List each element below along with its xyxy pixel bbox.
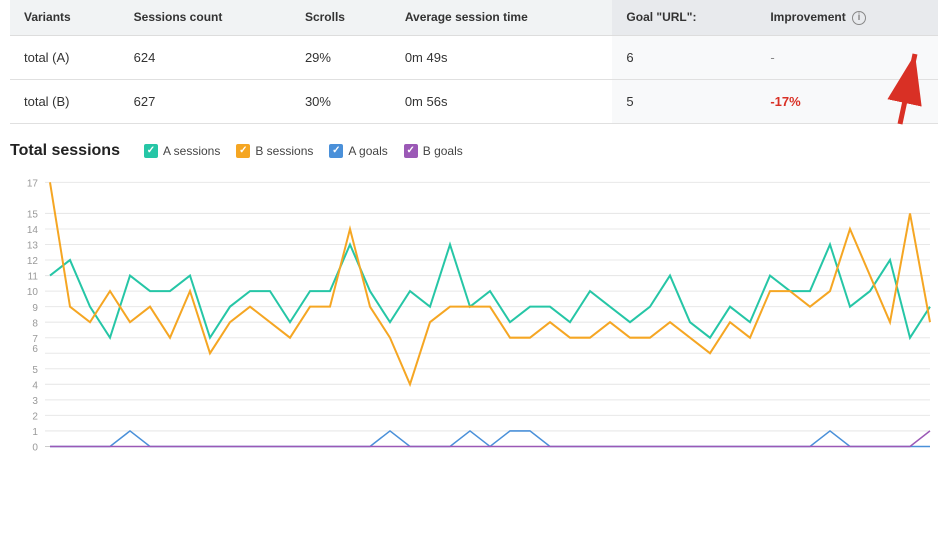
table-row: total (A) 624 29% 0m 49s 6 - bbox=[10, 35, 938, 79]
svg-text:12: 12 bbox=[27, 256, 38, 267]
header-improvement: Improvement i bbox=[756, 0, 938, 35]
b-goals-line bbox=[50, 431, 930, 447]
b-sessions-line bbox=[50, 182, 930, 384]
chart-header: Total sessions ✓ A sessions ✓ B sessions… bbox=[10, 142, 938, 160]
improvement-info-icon[interactable]: i bbox=[852, 11, 866, 25]
legend-a-goals-label: A goals bbox=[348, 144, 387, 158]
header-scrolls: Scrolls bbox=[291, 0, 391, 35]
cell-goal-a: 6 bbox=[612, 35, 756, 79]
legend-b-sessions: ✓ B sessions bbox=[236, 144, 313, 158]
cell-variant-b: total (B) bbox=[10, 79, 120, 123]
cell-improvement-b: -17% bbox=[756, 79, 938, 123]
chart-title: Total sessions bbox=[10, 142, 120, 160]
svg-text:1: 1 bbox=[32, 427, 38, 438]
chart-wrapper: 17 15 14 13 12 11 10 9 8 7 6 5 4 bbox=[10, 172, 938, 462]
cell-sessions-b: 627 bbox=[120, 79, 291, 123]
svg-text:17: 17 bbox=[27, 178, 38, 189]
header-goal-url: Goal "URL": bbox=[612, 0, 756, 35]
legend-b-goals-label: B goals bbox=[423, 144, 463, 158]
cell-goal-b: 5 bbox=[612, 79, 756, 123]
cell-sessions-a: 624 bbox=[120, 35, 291, 79]
legend-a-goals-check: ✓ bbox=[329, 144, 343, 158]
svg-text:5: 5 bbox=[32, 365, 38, 376]
svg-text:9: 9 bbox=[32, 302, 38, 313]
svg-text:15: 15 bbox=[27, 209, 38, 220]
legend-a-goals: ✓ A goals bbox=[329, 144, 387, 158]
svg-text:11: 11 bbox=[28, 271, 39, 282]
legend-b-sessions-check: ✓ bbox=[236, 144, 250, 158]
svg-text:0: 0 bbox=[32, 442, 38, 453]
cell-avg-time-a: 0m 49s bbox=[391, 35, 613, 79]
chart-legend: ✓ A sessions ✓ B sessions ✓ A goals ✓ B … bbox=[144, 144, 463, 158]
svg-text:13: 13 bbox=[27, 240, 38, 251]
legend-b-goals-check: ✓ bbox=[404, 144, 418, 158]
cell-variant-a: total (A) bbox=[10, 35, 120, 79]
header-sessions-count: Sessions count bbox=[120, 0, 291, 35]
data-table-section: Variants Sessions count Scrolls Average … bbox=[0, 0, 948, 124]
ab-test-table: Variants Sessions count Scrolls Average … bbox=[10, 0, 938, 124]
chart-svg: 17 15 14 13 12 11 10 9 8 7 6 5 4 bbox=[10, 172, 938, 462]
svg-text:4: 4 bbox=[32, 380, 38, 391]
svg-text:3: 3 bbox=[32, 396, 38, 407]
svg-text:8: 8 bbox=[32, 318, 38, 329]
cell-improvement-a: - bbox=[756, 35, 938, 79]
legend-a-sessions-check: ✓ bbox=[144, 144, 158, 158]
legend-b-sessions-label: B sessions bbox=[255, 144, 313, 158]
svg-text:2: 2 bbox=[32, 411, 38, 422]
svg-text:10: 10 bbox=[27, 287, 38, 298]
legend-a-sessions: ✓ A sessions bbox=[144, 144, 220, 158]
cell-scrolls-b: 30% bbox=[291, 79, 391, 123]
header-variants: Variants bbox=[10, 0, 120, 35]
table-row: total (B) 627 30% 0m 56s 5 -17% bbox=[10, 79, 938, 123]
svg-text:6: 6 bbox=[32, 344, 38, 355]
cell-avg-time-b: 0m 56s bbox=[391, 79, 613, 123]
legend-a-sessions-label: A sessions bbox=[163, 144, 220, 158]
header-avg-session-time: Average session time bbox=[391, 0, 613, 35]
legend-b-goals: ✓ B goals bbox=[404, 144, 463, 158]
chart-section: Total sessions ✓ A sessions ✓ B sessions… bbox=[0, 124, 948, 472]
svg-text:14: 14 bbox=[27, 225, 38, 236]
a-goals-line bbox=[50, 431, 930, 447]
cell-scrolls-a: 29% bbox=[291, 35, 391, 79]
